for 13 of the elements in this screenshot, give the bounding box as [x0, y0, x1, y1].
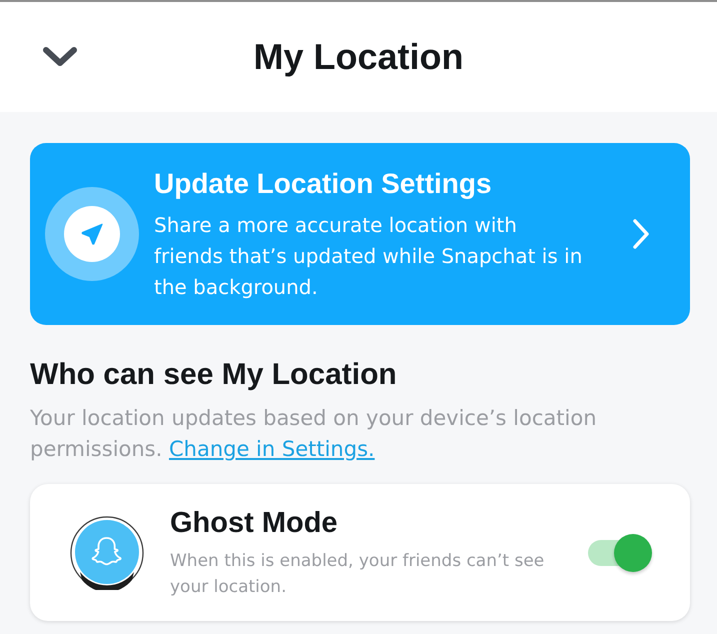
section-description: Your location updates based on your device’s location permissions. Change in Settings. [30, 405, 598, 463]
section-heading: Who can see My Location [30, 357, 398, 393]
banner-title: Update Location Settings [154, 166, 493, 201]
page-title: My Location [253, 36, 464, 78]
ghost-mode-description: When this is enabled, your friends can’t see your location. [170, 550, 546, 598]
ghost-mode-toggle[interactable] [588, 532, 653, 572]
settings-link[interactable]: Change in Settings. [168, 437, 375, 461]
ghost-mode-title: Ghost Mode [170, 506, 339, 540]
chevron-right-icon [632, 218, 650, 250]
update-location-banner[interactable]: Update Location Settings Share a more accurate location with friends that’s updated while Snapchat is in the background. [30, 143, 690, 325]
banner-description: Share a more accurate location with friends that’s updated while Snapchat is in the background. [154, 212, 584, 300]
ghost-avatar-icon [70, 516, 144, 590]
chevron-down-icon[interactable] [42, 46, 78, 68]
